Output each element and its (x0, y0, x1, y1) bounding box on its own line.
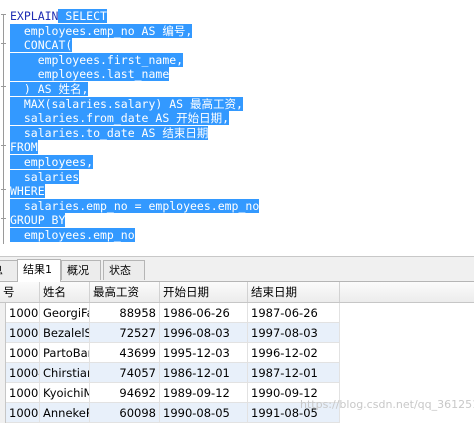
code-line: ) AS 姓名, (10, 81, 259, 97)
tab-status[interactable]: 状态 (103, 260, 145, 280)
tab-result-1[interactable]: 结果1 (17, 259, 61, 282)
result-tab-bar: 息 结果1 概况 状态 (0, 256, 474, 282)
table-cell[interactable]: 1997-08-03 (248, 323, 340, 343)
table-cell[interactable]: 1990-08-05 (160, 403, 248, 423)
table-cell[interactable]: 1995-12-03 (160, 343, 248, 363)
column-header-from-date[interactable]: 开始日期 (160, 282, 248, 302)
table-cell[interactable]: KyoichiM (40, 383, 90, 403)
column-header-max-salary[interactable]: 最高工资 (90, 282, 160, 302)
column-header-emp-no[interactable]: 号 (0, 282, 40, 302)
table-cell[interactable]: GeorgiFa (40, 303, 90, 323)
code-line: employees, (10, 154, 259, 170)
code-text: ) AS 姓名, (10, 81, 89, 96)
code-text: FROM (10, 140, 38, 155)
table-row[interactable]: 10002BezalelSi725271996-08-031997-08-03 (0, 323, 340, 343)
grid-header: 号 姓名 最高工资 开始日期 结束日期 (0, 282, 474, 303)
code-line: employees.last_name (10, 67, 259, 82)
column-header-to-date[interactable]: 结束日期 (248, 282, 340, 302)
code-text: CONCAT( (10, 38, 73, 53)
watermark: https://blog.csdn.net/qq_36125181 (300, 398, 474, 411)
code-text: GROUP BY (10, 213, 66, 228)
code-line: salaries.emp_no = employees.emp_no (10, 198, 260, 214)
table-cell[interactable]: 1989-09-12 (160, 383, 248, 403)
table-cell[interactable]: BezalelSi (40, 323, 90, 343)
code-text: employees, (10, 154, 94, 169)
sql-code: EXPLAIN SELECT employees.emp_no AS 编号, C… (10, 9, 260, 243)
table-cell[interactable]: PartoBan (40, 343, 90, 363)
table-row[interactable]: 10006AnnekePr600981990-08-051991-08-05 (0, 403, 340, 423)
code-text: salaries.from_date AS 开始日期, (10, 111, 230, 126)
table-cell[interactable]: 1987-12-01 (248, 363, 340, 383)
table-cell[interactable]: AnnekePr (40, 403, 90, 423)
code-text: employees.first_name, (10, 52, 184, 67)
code-text: employees.last_name (10, 67, 170, 82)
code-line: EXPLAIN SELECT (10, 9, 259, 24)
code-line: salaries (10, 169, 259, 185)
table-cell[interactable]: 10006 (6, 403, 40, 423)
code-text: WHERE (10, 184, 45, 199)
table-cell[interactable]: 1987-06-26 (248, 303, 340, 323)
table-cell[interactable]: 10002 (6, 323, 40, 343)
table-cell[interactable]: 1996-12-02 (248, 343, 340, 363)
sql-editor[interactable]: EXPLAIN SELECT employees.emp_no AS 编号, C… (0, 0, 474, 254)
code-line: MAX(salaries.salary) AS 最高工资, (10, 96, 259, 112)
code-token: EXPLAIN (10, 9, 59, 23)
table-cell[interactable]: 60098 (90, 403, 160, 423)
table-cell[interactable]: 88958 (90, 303, 160, 323)
code-line: CONCAT( (10, 38, 259, 53)
table-row[interactable]: 10005KyoichiM946921989-09-121990-09-12 (0, 383, 340, 403)
table-cell[interactable]: 74057 (90, 363, 160, 383)
table-cell[interactable]: 1996-08-03 (160, 323, 248, 343)
column-header-name[interactable]: 姓名 (40, 282, 90, 302)
code-text: salaries.emp_no = employees.emp_no (10, 198, 260, 213)
table-cell[interactable]: 1986-06-26 (160, 303, 248, 323)
table-cell[interactable]: 10005 (6, 383, 40, 403)
tab-overview[interactable]: 概况 (61, 260, 101, 280)
code-line: employees.emp_no AS 编号, (10, 23, 259, 39)
code-line: GROUP BY (10, 213, 259, 228)
table-row[interactable]: 10003PartoBan436991995-12-031996-12-02 (0, 343, 340, 363)
code-text: MAX(salaries.salary) AS 最高工资, (10, 96, 243, 111)
code-text: employees.emp_no AS 编号, (10, 23, 193, 38)
code-line: FROM (10, 140, 259, 155)
table-row[interactable]: 10004ChirstianI740571986-12-011987-12-01 (0, 363, 340, 383)
code-line: employees.first_name, (10, 52, 259, 68)
table-cell[interactable]: 94692 (90, 383, 160, 403)
table-cell[interactable]: 10001 (6, 303, 40, 323)
code-line: salaries.from_date AS 开始日期, (10, 111, 259, 126)
table-cell[interactable]: ChirstianI (40, 363, 90, 383)
code-line: WHERE (10, 184, 259, 199)
code-text: SELECT (58, 9, 107, 23)
code-text: salaries (10, 169, 80, 184)
code-line: employees.emp_no (10, 227, 259, 243)
code-text: employees.emp_no (10, 227, 135, 242)
table-row[interactable]: 10001GeorgiFa889581986-06-261987-06-26 (0, 303, 340, 323)
tab-info[interactable]: 息 (0, 260, 18, 280)
table-cell[interactable]: 10003 (6, 343, 40, 363)
table-cell[interactable]: 10004 (6, 363, 40, 383)
code-text: salaries.to_date AS 结束日期 (10, 125, 209, 140)
table-cell[interactable]: 1986-12-01 (160, 363, 248, 383)
table-cell[interactable]: 72527 (90, 323, 160, 343)
table-cell[interactable]: 43699 (90, 343, 160, 363)
code-line: salaries.to_date AS 结束日期 (10, 125, 259, 141)
fold-gutter (0, 8, 8, 244)
